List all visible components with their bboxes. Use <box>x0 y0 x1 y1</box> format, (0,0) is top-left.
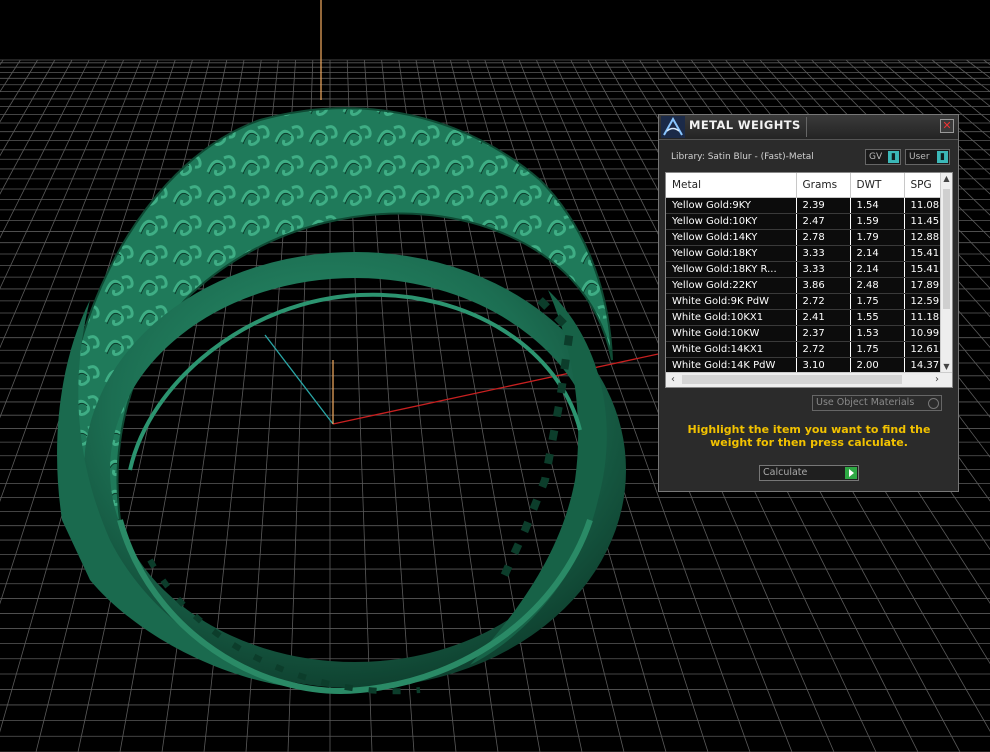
table-cell: White Gold:10KW <box>666 325 797 342</box>
user-dropdown-value: User <box>909 152 930 162</box>
use-object-materials-toggle[interactable]: Use Object Materials <box>812 395 942 411</box>
scroll-thumb[interactable] <box>682 375 902 384</box>
table-cell: 1.79 <box>850 229 905 246</box>
instruction-text: Highlight the item you want to find the … <box>687 423 931 449</box>
table-cell: Yellow Gold:9KY <box>666 197 797 214</box>
metal-table[interactable]: Metal Grams DWT SPG Yellow Gold:9KY 2.39 1… <box>665 172 953 388</box>
table-cell: 2.72 <box>796 293 851 310</box>
gv-dropdown-value: GV <box>869 152 883 162</box>
horizontal-scrollbar[interactable]: ‹ › <box>666 372 952 387</box>
table-row[interactable]: Yellow Gold:22KY 3.86 2.48 17.89 <box>666 277 952 294</box>
panel-header[interactable]: METAL WEIGHTS ✕ <box>659 115 958 140</box>
metal-weights-table: Metal Grams DWT SPG Yellow Gold:9KY 2.39 1… <box>666 173 952 374</box>
table-row[interactable]: Yellow Gold:10KY 2.47 1.59 11.45 <box>666 213 952 230</box>
table-row[interactable]: White Gold:9K PdW 2.72 1.75 12.59 <box>666 293 952 310</box>
table-row[interactable]: White Gold:14KX1 2.72 1.75 12.61 <box>666 341 952 358</box>
radio-icon <box>928 398 939 409</box>
table-row[interactable]: Yellow Gold:18KY R... 3.33 2.14 15.41 <box>666 261 952 278</box>
table-cell: Yellow Gold:22KY <box>666 277 797 294</box>
table-row[interactable]: White Gold:10KW 2.37 1.53 10.99 <box>666 325 952 342</box>
table-row[interactable]: Yellow Gold:18KY 3.33 2.14 15.41 <box>666 245 952 262</box>
close-icon[interactable]: ✕ <box>940 119 954 133</box>
table-row[interactable]: White Gold:10KX1 2.41 1.55 11.18 <box>666 309 952 326</box>
table-cell: 1.55 <box>850 309 905 326</box>
ring-model <box>57 107 626 695</box>
use-object-materials-label: Use Object Materials <box>816 397 915 408</box>
app-logo-icon <box>661 116 685 138</box>
table-cell: White Gold:9K PdW <box>666 293 797 310</box>
column-header[interactable]: Grams <box>796 173 851 198</box>
table-cell: 1.75 <box>850 293 905 310</box>
table-cell: Yellow Gold:18KY <box>666 245 797 262</box>
table-cell: Yellow Gold:18KY R... <box>666 261 797 278</box>
calculate-label: Calculate <box>763 467 808 478</box>
panel-title: METAL WEIGHTS <box>689 118 801 132</box>
play-icon <box>845 467 857 479</box>
table-cell: 2.39 <box>796 197 851 214</box>
title-divider <box>806 117 807 137</box>
table-cell: 2.14 <box>850 261 905 278</box>
table-cell: 3.33 <box>796 261 851 278</box>
scroll-left-icon[interactable]: ‹ <box>666 373 680 387</box>
table-cell: White Gold:14KX1 <box>666 341 797 358</box>
scroll-thumb[interactable] <box>943 189 950 309</box>
library-label: Library: Satin Blur - (Fast)-Metal <box>671 152 814 162</box>
table-cell: 2.72 <box>796 341 851 358</box>
table-cell: 1.54 <box>850 197 905 214</box>
table-cell: 2.78 <box>796 229 851 246</box>
table-header-row: Metal Grams DWT SPG <box>666 173 952 198</box>
user-dropdown[interactable]: User ▮ <box>905 149 950 165</box>
table-cell: 3.33 <box>796 245 851 262</box>
table-cell: 1.75 <box>850 341 905 358</box>
dropdown-arrow-icon: ▮ <box>937 151 948 163</box>
calculate-button[interactable]: Calculate <box>759 465 859 481</box>
table-cell: 2.41 <box>796 309 851 326</box>
dropdown-arrow-icon: ▮ <box>888 151 899 163</box>
column-header[interactable]: Metal <box>666 173 797 198</box>
table-cell: 3.86 <box>796 277 851 294</box>
scroll-up-icon[interactable]: ▲ <box>941 173 952 185</box>
table-cell: 2.14 <box>850 245 905 262</box>
table-cell: 2.37 <box>796 325 851 342</box>
column-header[interactable]: DWT <box>850 173 905 198</box>
table-cell: Yellow Gold:10KY <box>666 213 797 230</box>
table-cell: 2.47 <box>796 213 851 230</box>
table-cell: White Gold:10KX1 <box>666 309 797 326</box>
table-cell: 2.48 <box>850 277 905 294</box>
z-axis-line <box>264 334 334 425</box>
table-cell: 1.59 <box>850 213 905 230</box>
table-cell: Yellow Gold:14KY <box>666 229 797 246</box>
metal-weights-panel: METAL WEIGHTS ✕ Library: Satin Blur - (F… <box>658 114 959 492</box>
scroll-right-icon[interactable]: › <box>930 373 944 387</box>
table-row[interactable]: Yellow Gold:9KY 2.39 1.54 11.08 <box>666 197 952 214</box>
gv-dropdown[interactable]: GV ▮ <box>865 149 901 165</box>
vertical-scrollbar[interactable]: ▲ ▼ <box>940 173 952 373</box>
table-cell: 1.53 <box>850 325 905 342</box>
table-row[interactable]: Yellow Gold:14KY 2.78 1.79 12.88 <box>666 229 952 246</box>
